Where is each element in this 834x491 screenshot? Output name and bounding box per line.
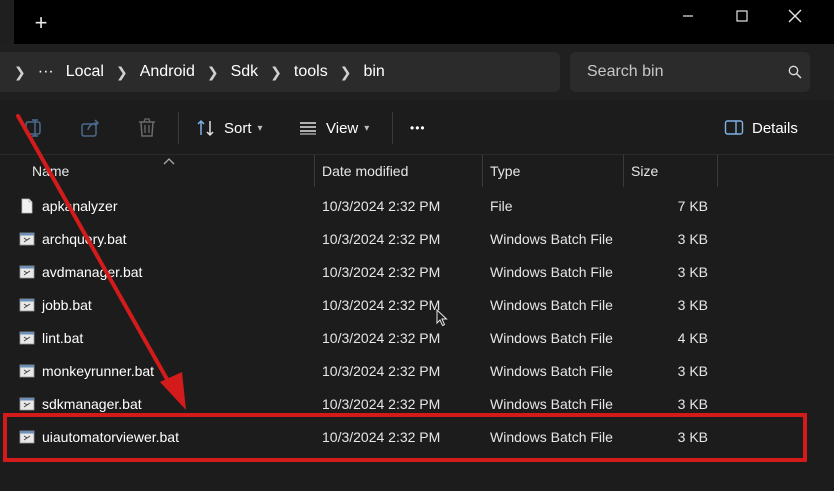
file-name: apkanalyzer [42,198,118,214]
breadcrumb[interactable]: ❯ ··· Local ❯ Android ❯ Sdk ❯ tools ❯ bi… [0,52,560,92]
batch-file-icon [19,298,35,312]
minimize-icon [683,15,693,17]
file-size: 7 KB [677,198,708,214]
file-size: 3 KB [677,363,708,379]
toolbar-divider [178,112,179,144]
batch-file-icon [19,364,35,378]
sort-button[interactable]: Sort ▾ [196,114,263,142]
file-size: 3 KB [677,231,708,247]
view-label: View [326,119,359,137]
chevron-down-icon: ▾ [364,122,370,134]
breadcrumb-android[interactable]: Android [136,63,199,81]
details-pane-icon [724,120,744,135]
file-date: 10/3/2024 2:32 PM [322,297,441,313]
file-type: Windows Batch File [490,363,613,379]
mouse-cursor-icon [436,309,448,327]
file-date: 10/3/2024 2:32 PM [322,231,441,247]
search-placeholder: Search bin [587,63,664,80]
file-date: 10/3/2024 2:32 PM [322,330,441,346]
column-header-type[interactable]: Type [490,155,520,187]
breadcrumb-overflow[interactable]: ··· [34,63,62,81]
file-date: 10/3/2024 2:32 PM [322,363,441,379]
breadcrumb-bin[interactable]: bin [359,63,388,81]
column-divider[interactable] [623,155,624,187]
file-name: archquery.bat [42,231,127,247]
sort-label: Sort [224,119,252,137]
view-icon [300,122,316,135]
table-row[interactable]: monkeyrunner.bat 10/3/2024 2:32 PM Windo… [0,355,834,387]
batch-file-icon [19,265,35,279]
minimize-button[interactable] [668,4,708,28]
file-type: File [490,198,513,214]
new-tab-button[interactable]: + [28,10,54,36]
more-icon: ••• [410,121,426,135]
batch-file-icon [19,331,35,345]
file-icon [21,198,33,214]
chevron-right-icon[interactable]: ❯ [108,64,136,81]
file-type: Windows Batch File [490,297,613,313]
file-type: Windows Batch File [490,330,613,346]
batch-file-icon [19,232,35,246]
trash-icon [139,118,155,137]
view-button[interactable]: View ▾ [298,114,369,142]
file-name: lint.bat [42,330,84,346]
file-type: Windows Batch File [490,231,613,247]
chevron-right-icon[interactable]: ❯ [332,64,360,81]
close-icon [788,9,802,23]
table-row[interactable]: archquery.bat 10/3/2024 2:32 PM Windows … [0,223,834,255]
highlight-box [3,413,807,462]
delete-button[interactable] [136,114,158,142]
address-row: ❯ ··· Local ❯ Android ❯ Sdk ❯ tools ❯ bi… [0,44,834,100]
maximize-button[interactable] [722,4,762,28]
search-icon[interactable] [780,65,810,79]
file-date: 10/3/2024 2:32 PM [322,264,441,280]
sort-icon [197,119,214,137]
file-type: Windows Batch File [490,264,613,280]
share-icon [81,119,100,137]
table-row[interactable]: avdmanager.bat 10/3/2024 2:32 PM Windows… [0,256,834,288]
maximize-icon [736,10,748,22]
chevron-right-icon[interactable]: ❯ [0,64,34,81]
column-header-date[interactable]: Date modified [322,155,408,187]
close-button[interactable] [775,4,815,28]
file-name: jobb.bat [42,297,92,313]
sort-ascending-icon [162,153,176,165]
search-input[interactable]: Search bin [570,52,810,92]
chevron-right-icon[interactable]: ❯ [199,64,227,81]
breadcrumb-tools[interactable]: tools [290,63,332,81]
table-row[interactable]: lint.bat 10/3/2024 2:32 PM Windows Batch… [0,322,834,354]
rename-button[interactable] [24,114,46,142]
breadcrumb-sdk[interactable]: Sdk [227,63,263,81]
file-name: monkeyrunner.bat [42,363,155,379]
rename-icon [25,119,41,137]
column-divider[interactable] [314,155,315,187]
file-date: 10/3/2024 2:32 PM [322,198,441,214]
table-row[interactable]: jobb.bat 10/3/2024 2:32 PM Windows Batch… [0,289,834,321]
file-name: avdmanager.bat [42,264,143,280]
file-size: 3 KB [677,297,708,313]
column-header-size[interactable]: Size [631,155,658,187]
breadcrumb-local[interactable]: Local [62,63,108,81]
more-options-button[interactable]: ••• [410,114,426,142]
batch-file-icon [19,397,35,411]
title-bar: + [0,0,834,44]
details-pane-button[interactable]: Details [724,114,798,142]
details-label: Details [752,119,798,137]
column-divider[interactable] [717,155,718,187]
column-header-name[interactable]: Name [32,155,69,187]
active-tab-edge[interactable] [0,0,14,44]
share-button[interactable] [80,114,102,142]
toolbar-divider [392,112,393,144]
table-row[interactable]: apkanalyzer 10/3/2024 2:32 PM File 7 KB [0,190,834,222]
file-size: 4 KB [677,330,708,346]
column-divider[interactable] [482,155,483,187]
file-size: 3 KB [677,264,708,280]
chevron-down-icon: ▾ [257,122,263,134]
column-header-row: Name Date modified Type Size [0,155,834,187]
chevron-right-icon[interactable]: ❯ [262,64,290,81]
